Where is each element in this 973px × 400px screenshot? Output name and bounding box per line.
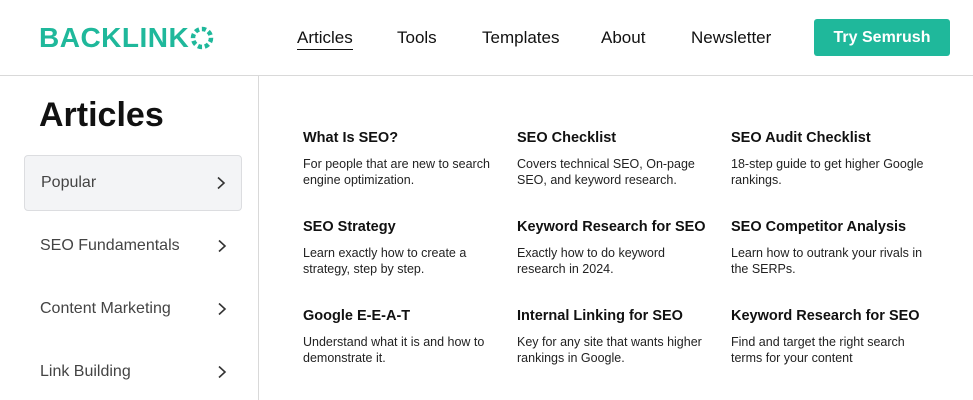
page-title: Articles bbox=[39, 96, 164, 134]
sidebar-item-popular[interactable]: Popular bbox=[24, 155, 242, 211]
nav-about[interactable]: About bbox=[601, 28, 645, 48]
backlinko-logo[interactable]: BACKLINK bbox=[39, 22, 214, 54]
sidebar-item-label: Link Building bbox=[40, 363, 131, 380]
article-description: Learn exactly how to create a strategy, … bbox=[303, 246, 467, 276]
article-card[interactable]: SEO Competitor Analysis Learn how to out… bbox=[731, 218, 931, 277]
article-card[interactable]: What Is SEO? For people that are new to … bbox=[303, 129, 503, 188]
article-title[interactable]: Internal Linking for SEO bbox=[517, 307, 717, 325]
article-card[interactable]: SEO Checklist Covers technical SEO, On-p… bbox=[517, 129, 717, 188]
sidebar-item-content-marketing[interactable]: Content Marketing bbox=[24, 281, 242, 337]
logo-text: BACKLINK bbox=[39, 22, 190, 53]
article-title[interactable]: SEO Strategy bbox=[303, 218, 503, 236]
chevron-right-icon bbox=[218, 239, 227, 253]
article-card[interactable]: Keyword Research for SEO Find and target… bbox=[731, 307, 931, 366]
chevron-right-icon bbox=[218, 302, 227, 316]
article-title[interactable]: SEO Competitor Analysis bbox=[731, 218, 931, 236]
article-title[interactable]: Google E-E-A-T bbox=[303, 307, 503, 325]
article-title[interactable]: What Is SEO? bbox=[303, 129, 503, 147]
nav-articles[interactable]: Articles bbox=[297, 28, 353, 50]
chevron-right-icon bbox=[218, 365, 227, 379]
nav-newsletter[interactable]: Newsletter bbox=[691, 28, 771, 48]
article-title[interactable]: SEO Audit Checklist bbox=[731, 129, 931, 147]
article-title[interactable]: SEO Checklist bbox=[517, 129, 717, 147]
nav-tools[interactable]: Tools bbox=[397, 28, 437, 48]
article-title[interactable]: Keyword Research for SEO bbox=[731, 307, 931, 325]
sidebar-item-label: Content Marketing bbox=[40, 300, 171, 317]
sidebar-item-label: Popular bbox=[41, 174, 97, 191]
article-title[interactable]: Keyword Research for SEO bbox=[517, 218, 717, 236]
article-card[interactable]: SEO Audit Checklist 18-step guide to get… bbox=[731, 129, 931, 188]
sidebar-item-seo-fundamentals[interactable]: SEO Fundamentals bbox=[24, 218, 242, 274]
articles-sidebar: Articles Popular SEO Fundamentals Conten… bbox=[0, 76, 259, 400]
article-card[interactable]: Google E-E-A-T Understand what it is and… bbox=[303, 307, 503, 366]
sidebar-item-label: SEO Fundamentals bbox=[40, 237, 180, 254]
article-description: Find and target the right search terms f… bbox=[731, 335, 905, 365]
article-description: Understand what it is and how to demonst… bbox=[303, 335, 485, 365]
article-card[interactable]: Keyword Research for SEO Exactly how to … bbox=[517, 218, 717, 277]
article-description: Covers technical SEO, On-page SEO, and k… bbox=[517, 157, 695, 187]
article-description: Key for any site that wants higher ranki… bbox=[517, 335, 702, 365]
sidebar-item-link-building[interactable]: Link Building bbox=[24, 344, 242, 400]
nav-templates[interactable]: Templates bbox=[482, 28, 559, 48]
try-semrush-button[interactable]: Try Semrush bbox=[814, 19, 950, 56]
article-card[interactable]: SEO Strategy Learn exactly how to create… bbox=[303, 218, 503, 277]
site-header: BACKLINK Articles Tools Templates About … bbox=[0, 0, 973, 76]
logo-o-icon bbox=[190, 26, 214, 50]
article-card[interactable]: Internal Linking for SEO Key for any sit… bbox=[517, 307, 717, 366]
article-description: Exactly how to do keyword research in 20… bbox=[517, 246, 665, 276]
chevron-right-icon bbox=[217, 176, 226, 190]
article-description: Learn how to outrank your rivals in the … bbox=[731, 246, 923, 276]
article-description: For people that are new to search engine… bbox=[303, 157, 490, 187]
article-description: 18-step guide to get higher Google ranki… bbox=[731, 157, 924, 187]
